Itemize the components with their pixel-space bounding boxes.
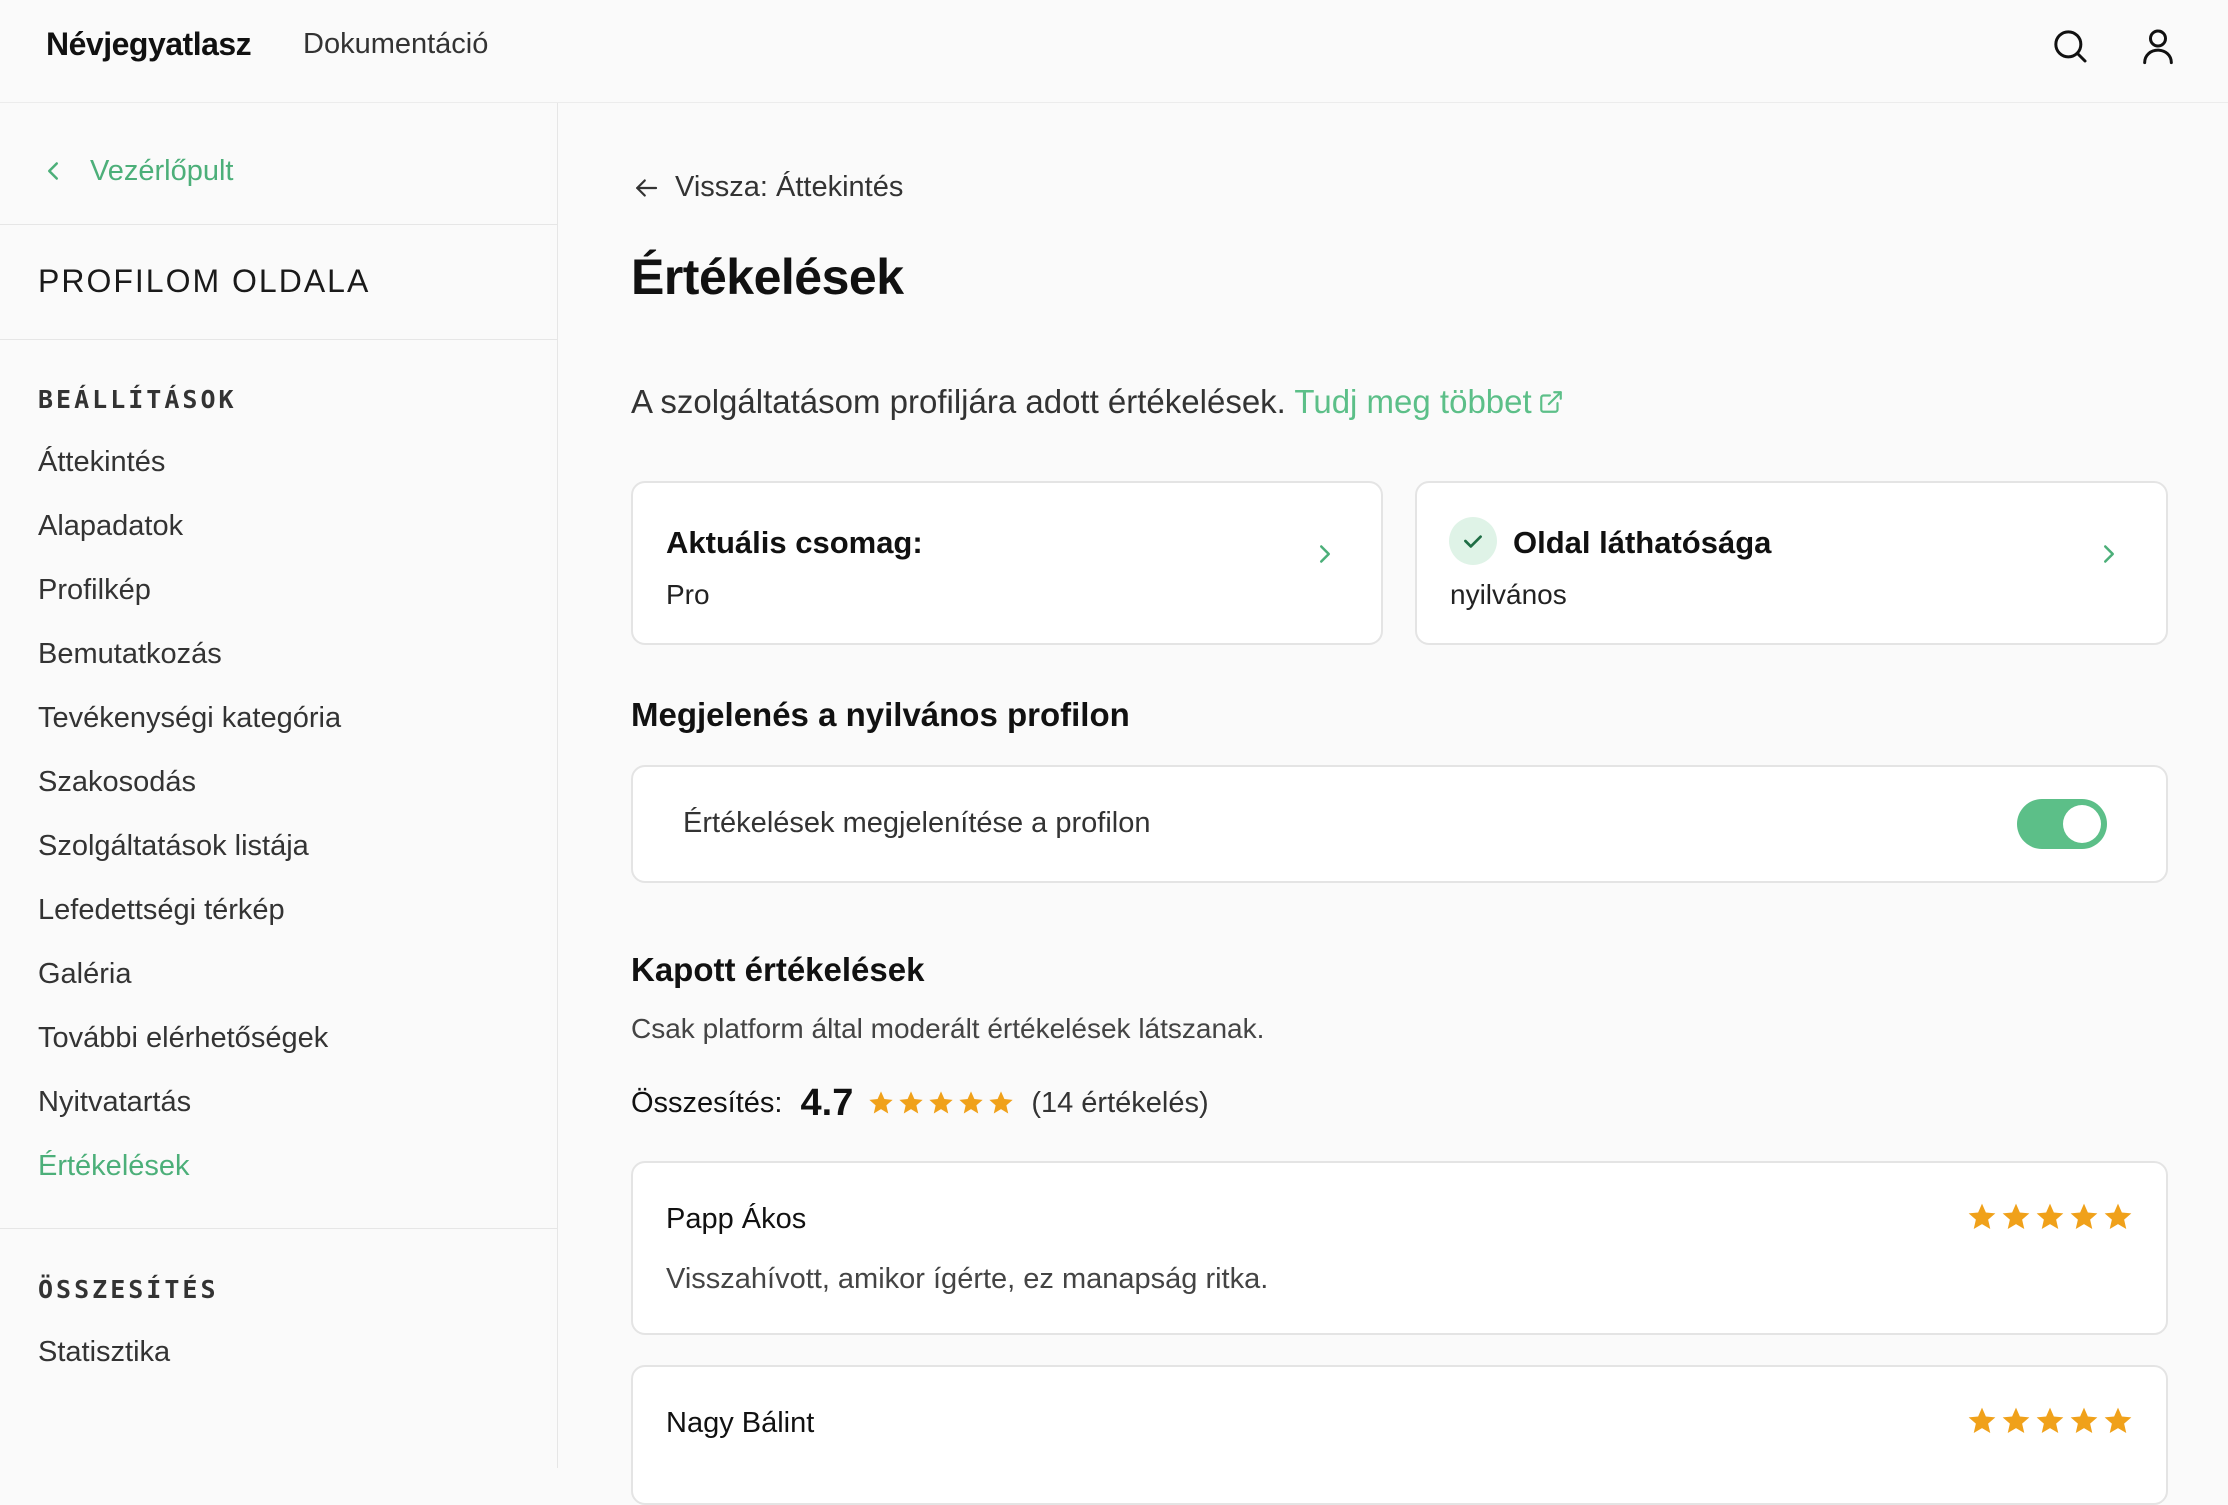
summary-label: Összesítés: (631, 1086, 783, 1119)
star-icon (929, 1091, 953, 1114)
plan-card-title: Aktuális csomag: (666, 525, 923, 560)
sidebar-item-attekintes[interactable]: Áttekintés (38, 446, 165, 479)
show-reviews-toggle[interactable] (2017, 799, 2107, 849)
page-title: Értékelések (631, 249, 904, 305)
reviewer-name: Nagy Bálint (666, 1407, 815, 1439)
chevron-right-icon (1320, 545, 1330, 563)
sidebar: Vezérlőpult PROFILOM OLDALA BEÁLLÍTÁSOK … (0, 103, 558, 1468)
arrow-left-icon (636, 178, 658, 197)
section-heading-settings: BEÁLLÍTÁSOK (38, 385, 237, 414)
section-heading-summary: ÖSSZESÍTÉS (38, 1275, 219, 1304)
sidebar-item-terkep[interactable]: Lefedettségi térkép (38, 894, 285, 927)
intro-text: A szolgáltatásom profiljára adott értéke… (631, 383, 1286, 420)
sidebar-item-profilkep[interactable]: Profilkép (38, 574, 151, 607)
star-icon (2036, 1407, 2064, 1433)
sidebar-item-szolgaltatasok[interactable]: Szolgáltatások listája (38, 830, 309, 863)
reviews-note: Csak platform által moderált értékelések… (631, 1013, 1265, 1044)
search-icon[interactable] (2050, 26, 2090, 66)
toggle-card: Értékelések megjelenítése a profilon (631, 765, 2168, 883)
brand-logo[interactable]: Névjegyatlasz (46, 26, 252, 63)
visibility-card-value: nyilvános (1450, 579, 1567, 610)
nav-link-docs[interactable]: Dokumentáció (303, 28, 488, 61)
sidebar-item-bemutatkozas[interactable]: Bemutatkozás (38, 638, 222, 671)
sidebar-item-szakosodas[interactable]: Szakosodás (38, 766, 196, 799)
star-icon (2070, 1407, 2098, 1433)
star-icon (1968, 1203, 1996, 1229)
sidebar-item-galeria[interactable]: Galéria (38, 958, 132, 991)
review-text: Visszahívott, amikor ígérte, ez manapság… (666, 1263, 1269, 1295)
star-icon (869, 1091, 893, 1114)
divider (0, 224, 558, 225)
learn-more-link[interactable]: Tudj meg többet (1294, 383, 1563, 420)
top-bar: Névjegyatlasz Dokumentáció (0, 0, 2228, 103)
star-icon (2104, 1203, 2132, 1229)
review-stars (1966, 1405, 2134, 1437)
star-icon (2104, 1407, 2132, 1433)
sidebar-item-kategoria[interactable]: Tevékenységi kategória (38, 702, 341, 735)
plan-card-value: Pro (666, 579, 710, 610)
chevron-right-icon (2104, 545, 2114, 563)
sidebar-item-elerhetosegek[interactable]: További elérhetőségek (38, 1022, 328, 1055)
check-icon (1449, 517, 1497, 565)
sidebar-item-nyitvatartas[interactable]: Nyitvatartás (38, 1086, 191, 1119)
learn-more-label: Tudj meg többet (1294, 383, 1532, 420)
review-count: (14 értékelés) (1031, 1086, 1209, 1119)
sidebar-title: PROFILOM OLDALA (38, 263, 371, 299)
star-icon (989, 1091, 1013, 1114)
sidebar-item-alapadatok[interactable]: Alapadatok (38, 510, 183, 543)
public-section-title: Megjelenés a nyilvános profilon (631, 696, 1130, 733)
visibility-card[interactable]: Oldal láthatósága nyilvános (1415, 481, 2168, 645)
star-icon (959, 1091, 983, 1114)
sidebar-back-label: Vezérlőpult (90, 154, 234, 187)
intro-text-row: A szolgáltatásom profiljára adott értéke… (631, 383, 1564, 421)
reviews-title: Kapott értékelések (631, 951, 925, 988)
back-link-label: Vissza: Áttekintés (675, 171, 904, 203)
average-stars (867, 1089, 1015, 1117)
toggle-label: Értékelések megjelenítése a profilon (683, 807, 1151, 839)
visibility-card-title: Oldal láthatósága (1513, 525, 1772, 560)
sidebar-back-link[interactable]: Vezérlőpult (38, 151, 234, 191)
star-icon (2036, 1203, 2064, 1229)
reviewer-name: Papp Ákos (666, 1203, 807, 1235)
star-icon (899, 1091, 923, 1114)
review-card: Papp Ákos Visszahívott, amikor ígérte, e… (631, 1161, 2168, 1335)
divider (0, 339, 558, 340)
user-icon[interactable] (2138, 26, 2178, 66)
external-link-icon (1539, 391, 1562, 413)
divider (0, 1228, 558, 1229)
star-icon (2002, 1203, 2030, 1229)
average-rating: 4.7 (800, 1081, 854, 1124)
star-icon (1968, 1407, 1996, 1433)
sidebar-item-ertekelesek[interactable]: Értékelések (38, 1150, 190, 1183)
review-card: Nagy Bálint (631, 1365, 2168, 1505)
plan-card[interactable]: Aktuális csomag: Pro (631, 481, 1383, 645)
star-icon (2002, 1407, 2030, 1433)
review-stars (1966, 1201, 2134, 1233)
star-icon (2070, 1203, 2098, 1229)
toggle-knob (2063, 805, 2101, 843)
back-link[interactable]: Vissza: Áttekintés (631, 171, 903, 204)
rating-summary: Összesítés: 4.7 (14 értékelés) (631, 1078, 1209, 1128)
sidebar-item-statisztika[interactable]: Statisztika (38, 1336, 170, 1369)
chevron-left-icon (48, 162, 58, 180)
main-content: Vissza: Áttekintés Értékelések A szolgál… (559, 103, 2228, 1505)
